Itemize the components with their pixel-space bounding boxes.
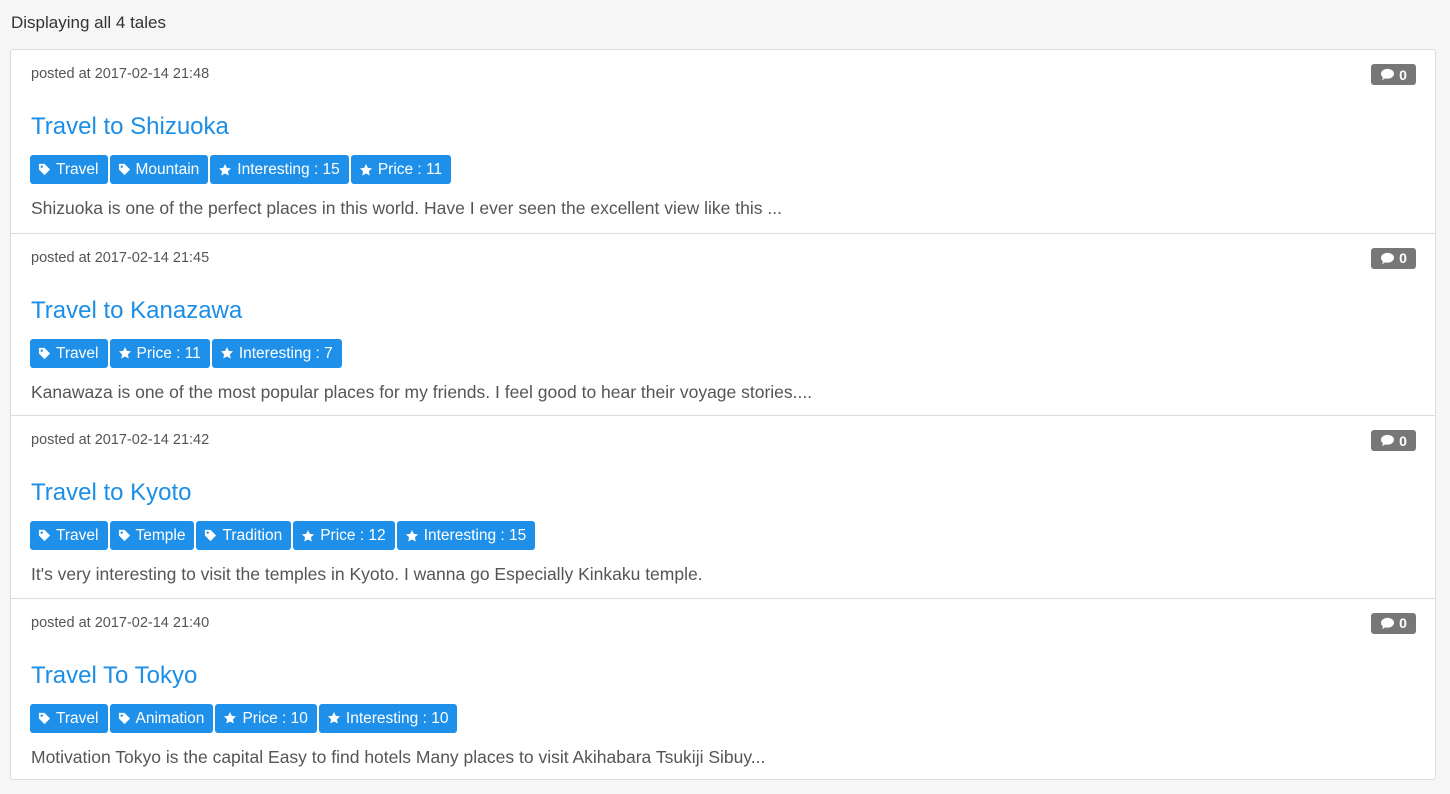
tale-item: posted at 2017-02-14 21:45 0 Travel to K… bbox=[11, 232, 1435, 416]
star-icon bbox=[405, 529, 418, 542]
rating-badge[interactable]: Interesting : 7 bbox=[211, 338, 342, 368]
tale-title-link[interactable]: Travel To Tokyo bbox=[31, 661, 197, 691]
star-icon bbox=[224, 712, 237, 724]
tag-label: Travel bbox=[56, 344, 99, 362]
tale-title-link[interactable]: Travel to Shizuoka bbox=[31, 112, 229, 142]
tale-item: posted at 2017-02-14 21:42 0 Travel to K… bbox=[11, 415, 1435, 598]
star-icon bbox=[359, 163, 372, 176]
rating-badge[interactable]: Price : 12 bbox=[293, 521, 395, 550]
comment-icon bbox=[1381, 617, 1395, 629]
comment-count-badge[interactable]: 0 bbox=[1371, 247, 1416, 269]
rating-badge[interactable]: Interesting : 15 bbox=[396, 521, 536, 550]
tag-badge[interactable]: Travel bbox=[30, 155, 108, 184]
posted-timestamp: 2017-02-14 21:45 bbox=[94, 249, 210, 266]
rating-label: Interesting : 10 bbox=[345, 709, 449, 727]
tag-label: Temple bbox=[135, 527, 186, 544]
tag-label: Mountain bbox=[135, 161, 200, 178]
tale-excerpt: Kanawaza is one of the most popular plac… bbox=[31, 381, 813, 402]
tag-badge[interactable]: Mountain bbox=[109, 155, 209, 184]
comment-icon bbox=[1381, 434, 1395, 447]
posted-at: posted at 2017-02-14 21:40 bbox=[31, 614, 209, 632]
tag-label: Travel bbox=[56, 161, 99, 178]
posted-prefix: posted at bbox=[31, 614, 95, 631]
comment-icon bbox=[1381, 68, 1395, 81]
tag-icon bbox=[38, 163, 51, 176]
comment-count: 0 bbox=[1399, 615, 1407, 631]
posted-prefix: posted at bbox=[31, 432, 95, 448]
rating-label: Interesting : 15 bbox=[423, 527, 527, 544]
tag-badge[interactable]: Tradition bbox=[196, 521, 292, 550]
tag-badge[interactable]: Animation bbox=[109, 703, 214, 733]
posted-at: posted at 2017-02-14 21:42 bbox=[31, 431, 209, 449]
star-icon bbox=[220, 347, 233, 359]
tales-list: posted at 2017-02-14 21:48 0 Travel to S… bbox=[10, 49, 1436, 780]
tales-summary: Displaying all 4 tales bbox=[11, 12, 166, 34]
tale-excerpt: Shizuoka is one of the perfect places in… bbox=[31, 198, 782, 218]
rating-badge[interactable]: Price : 11 bbox=[350, 155, 452, 184]
tag-list: Travel Mountain Interesting : 15 Price :… bbox=[30, 155, 452, 184]
tag-badge[interactable]: Travel bbox=[30, 703, 108, 733]
tag-list: Travel Temple Tradition Price : 12 Inter… bbox=[30, 521, 536, 550]
summary-suffix: tales bbox=[125, 13, 166, 32]
tag-label: Tradition bbox=[222, 527, 283, 544]
rating-label: Price : 12 bbox=[320, 527, 386, 544]
tag-badge[interactable]: Travel bbox=[30, 338, 108, 368]
tale-title-link[interactable]: Travel to Kanazawa bbox=[31, 296, 242, 326]
tale-excerpt: Motivation Tokyo is the capital Easy to … bbox=[31, 746, 766, 767]
tag-icon bbox=[38, 347, 51, 359]
rating-badge[interactable]: Price : 11 bbox=[109, 338, 210, 368]
tag-label: Travel bbox=[56, 709, 99, 727]
posted-timestamp: 2017-02-14 21:40 bbox=[94, 614, 210, 631]
comment-count-badge[interactable]: 0 bbox=[1371, 430, 1416, 451]
rating-label: Interesting : 7 bbox=[238, 344, 333, 362]
posted-at: posted at 2017-02-14 21:45 bbox=[31, 249, 209, 267]
comment-count: 0 bbox=[1399, 66, 1407, 83]
tag-icon bbox=[205, 529, 217, 542]
tag-label: Animation bbox=[135, 709, 205, 727]
star-icon bbox=[302, 529, 315, 542]
tag-badge[interactable]: Temple bbox=[109, 521, 195, 550]
tale-item: posted at 2017-02-14 21:48 0 Travel to S… bbox=[11, 50, 1435, 233]
rating-label: Price : 10 bbox=[242, 709, 308, 727]
tag-icon bbox=[118, 163, 130, 176]
comment-icon bbox=[1381, 252, 1395, 264]
rating-badge[interactable]: Price : 10 bbox=[215, 703, 317, 733]
comment-count-badge[interactable]: 0 bbox=[1371, 612, 1416, 634]
posted-prefix: posted at bbox=[31, 66, 95, 82]
posted-timestamp: 2017-02-14 21:48 bbox=[94, 66, 210, 82]
tag-list: Travel Animation Price : 10 Interesting … bbox=[30, 703, 458, 733]
tag-icon bbox=[38, 712, 51, 724]
summary-prefix: Displaying bbox=[11, 13, 95, 32]
tag-icon bbox=[118, 712, 130, 724]
tag-icon bbox=[38, 529, 51, 542]
rating-badge[interactable]: Interesting : 15 bbox=[210, 155, 349, 184]
star-icon bbox=[327, 712, 340, 724]
tag-icon bbox=[118, 529, 130, 542]
comment-count-badge[interactable]: 0 bbox=[1371, 64, 1416, 85]
rating-label: Interesting : 15 bbox=[237, 161, 340, 178]
star-icon bbox=[118, 347, 131, 359]
star-icon bbox=[219, 163, 232, 176]
tale-item: posted at 2017-02-14 21:40 0 Travel To T… bbox=[11, 597, 1435, 781]
posted-at: posted at 2017-02-14 21:48 bbox=[31, 65, 209, 83]
tag-label: Travel bbox=[56, 527, 99, 544]
posted-timestamp: 2017-02-14 21:42 bbox=[94, 432, 210, 448]
tale-title-link[interactable]: Travel to Kyoto bbox=[31, 478, 192, 508]
posted-prefix: posted at bbox=[31, 249, 95, 266]
comment-count: 0 bbox=[1399, 250, 1407, 266]
rating-label: Price : 11 bbox=[377, 161, 443, 178]
tale-excerpt: It's very interesting to visit the templ… bbox=[31, 564, 703, 584]
tag-list: Travel Price : 11 Interesting : 7 bbox=[30, 338, 342, 368]
summary-count: all 4 bbox=[94, 13, 126, 32]
tag-badge[interactable]: Travel bbox=[30, 521, 108, 550]
rating-label: Price : 11 bbox=[136, 344, 201, 362]
comment-count: 0 bbox=[1399, 432, 1407, 449]
rating-badge[interactable]: Interesting : 10 bbox=[318, 703, 458, 733]
